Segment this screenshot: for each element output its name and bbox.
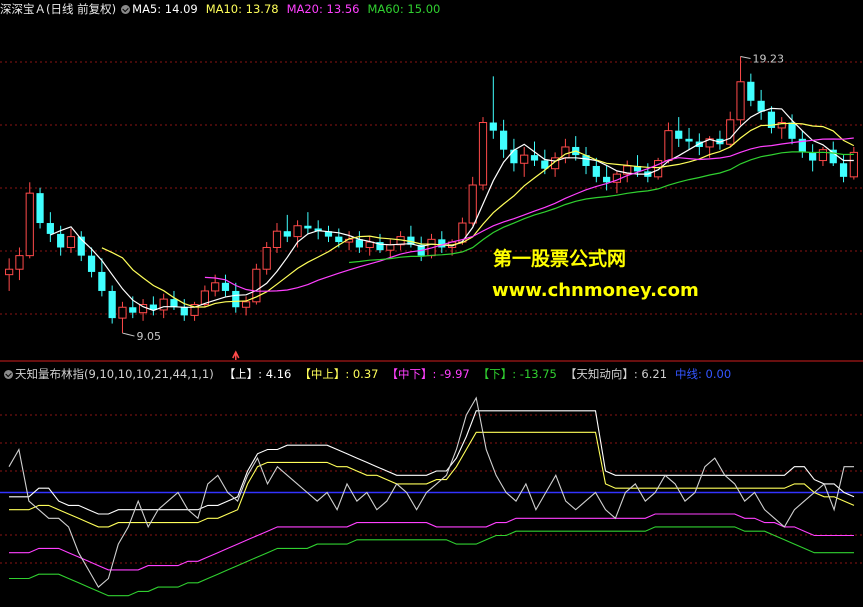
upper-band-line <box>9 410 855 515</box>
candle-body <box>386 244 395 251</box>
buy-signal-arrow-icon <box>232 350 240 360</box>
candle-body <box>241 301 251 308</box>
indicator-name: 天知量布林指(9,10,10,10,21,44,1,1) <box>15 367 214 381</box>
candle-body <box>46 223 54 234</box>
chart-stage: 19.23 9.05 深深宝Ａ(日线 前复权) MA5: 14.09 MA10: 13… <box>0 0 863 607</box>
price-candles <box>5 56 858 334</box>
candle-body <box>335 236 343 243</box>
candle-body <box>736 81 745 121</box>
candle-body <box>232 290 240 308</box>
candle-body <box>283 231 291 237</box>
mid-down-readout: 【中下】: -9.97 <box>386 367 470 381</box>
candle-body <box>211 282 220 292</box>
candle-body <box>159 298 168 311</box>
candle-body <box>118 306 127 319</box>
candle-body <box>849 151 858 178</box>
candle-body <box>15 255 24 270</box>
candle-body <box>304 225 312 229</box>
candle-body <box>478 122 488 186</box>
candle-body <box>809 152 817 161</box>
down-readout: 【下】: -13.75 <box>477 367 557 381</box>
midline-readout: 中线: 0.00 <box>675 367 732 381</box>
candle-body <box>98 271 106 291</box>
candle-body <box>87 255 96 272</box>
tianzhi-readout: 【天知动向】: 6.21 <box>564 367 668 381</box>
indicator-settings-icon[interactable] <box>4 370 13 379</box>
price-panel-header: 深深宝Ａ(日线 前复权) MA5: 14.09 MA10: 13.78 MA20: 1… <box>0 0 442 18</box>
mid-up-readout: 【中上】: 0.37 <box>299 367 379 381</box>
low-marker-line <box>122 332 135 337</box>
candle-body <box>180 307 188 316</box>
candle-body <box>592 165 600 177</box>
indicator-panel-header: 天知量布林指(9,10,10,10,21,44,1,1) 【上】: 4.16 【中上… <box>0 365 733 383</box>
indicator-lines <box>0 396 863 597</box>
watermark-title: 第一股票公式网 <box>493 248 627 270</box>
high-price-label: 19.23 <box>753 53 785 66</box>
chart-canvas: 19.23 9.05 <box>0 53 863 597</box>
candle-body <box>510 149 518 164</box>
candle-body <box>818 149 828 162</box>
up-readout: 【上】: 4.16 <box>223 367 292 381</box>
candle-body <box>664 130 673 162</box>
candle-body <box>57 233 65 248</box>
candle-body <box>36 193 44 224</box>
candle-body <box>530 155 539 161</box>
settings-toggle-icon[interactable] <box>121 5 131 14</box>
candle-body <box>129 307 137 313</box>
candle-body <box>685 138 693 142</box>
candle-body <box>603 176 611 183</box>
candle-body <box>468 184 477 224</box>
low-price-label: 9.05 <box>136 330 161 343</box>
candle-body <box>365 241 374 248</box>
candle-body <box>170 299 178 308</box>
candle-body <box>829 149 837 164</box>
candle-body <box>500 130 508 150</box>
candle-body <box>438 239 446 248</box>
candle-body <box>757 100 765 112</box>
candle-body <box>108 290 116 319</box>
high-marker-line <box>740 56 751 59</box>
stock-title: 深深宝Ａ(日线 前复权) <box>0 2 117 16</box>
candle-body <box>747 81 755 101</box>
candle-body <box>726 119 735 145</box>
ma5-readout: MA5: 14.09 <box>132 2 198 16</box>
watermark-url[interactable]: www.chnmoney.com <box>492 280 699 301</box>
ma10-readout: MA10: 13.78 <box>205 2 279 16</box>
candle-body <box>839 163 848 177</box>
candle-body <box>675 130 683 139</box>
candle-body <box>66 236 76 248</box>
lower-band-line <box>9 526 854 597</box>
candle-body <box>262 246 271 270</box>
mid-upper-band-line <box>9 431 855 528</box>
candle-body <box>5 268 14 276</box>
candle-body <box>788 122 796 139</box>
candle-body <box>293 225 302 238</box>
ma20-readout: MA20: 13.56 <box>286 2 360 16</box>
candle-body <box>25 192 34 257</box>
candle-body <box>489 122 497 131</box>
candle-body <box>272 230 282 248</box>
ma60-readout: MA60: 15.00 <box>367 2 441 16</box>
candle-body <box>355 239 363 248</box>
candle-body <box>221 282 230 291</box>
candle-body <box>520 154 529 164</box>
